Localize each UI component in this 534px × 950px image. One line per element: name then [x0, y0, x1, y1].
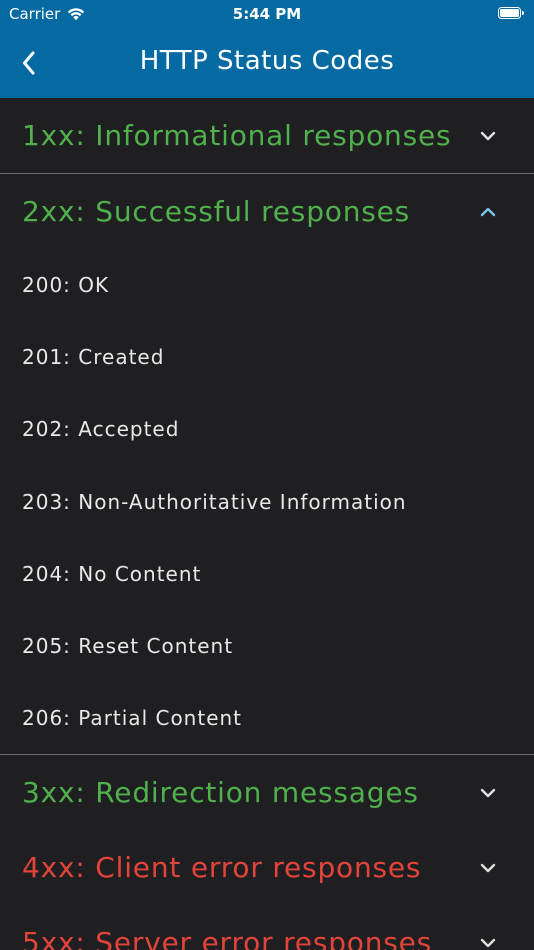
section-title: 3xx: Redirection messages: [22, 776, 419, 810]
page-title: HTTP Status Codes: [139, 46, 395, 76]
section-title: 4xx: Client error responses: [22, 851, 422, 885]
status-code-item[interactable]: 205: Reset Content: [0, 610, 534, 682]
status-code-item[interactable]: 206: Partial Content: [0, 682, 534, 754]
chevron-down-icon: [480, 131, 496, 140]
app-screen: Carrier 5:44 PM HTTP Status Codes 1xx: I…: [0, 0, 534, 950]
status-code-list: 1xx: Informational responses 2xx: Success…: [0, 98, 534, 950]
status-code-item[interactable]: 202: Accepted: [0, 393, 534, 465]
status-time: 5:44 PM: [232, 5, 302, 23]
status-code-item[interactable]: 200: OK: [0, 249, 534, 321]
section-header-5xx[interactable]: 5xx: Server error responses: [0, 905, 534, 950]
section-header-4xx[interactable]: 4xx: Client error responses: [0, 830, 534, 905]
status-code-item[interactable]: 203: Non-Authoritative Information: [0, 466, 534, 538]
section-header-1xx[interactable]: 1xx: Informational responses: [0, 98, 534, 173]
section-header-2xx[interactable]: 2xx: Successful responses: [0, 174, 534, 249]
header: Carrier 5:44 PM HTTP Status Codes: [0, 0, 534, 98]
section-title: 1xx: Informational responses: [22, 119, 452, 152]
chevron-down-icon: [480, 938, 496, 948]
status-bar: Carrier 5:44 PM: [0, 0, 534, 28]
section-items: 200: OK 201: Created 202: Accepted 203: Non…: [0, 249, 534, 754]
status-code-item[interactable]: 201: Created: [0, 321, 534, 393]
section-title: 2xx: Successful responses: [22, 195, 411, 228]
navigation-bar: HTTP Status Codes: [0, 28, 534, 98]
section-header-3xx[interactable]: 3xx: Redirection messages: [0, 755, 534, 830]
status-code-item[interactable]: 204: No Content: [0, 538, 534, 610]
chevron-up-icon: [480, 207, 496, 216]
chevron-down-icon: [480, 788, 496, 798]
section-title: 5xx: Server error responses: [22, 926, 433, 950]
battery-icon: [498, 7, 524, 19]
chevron-down-icon: [480, 863, 496, 873]
